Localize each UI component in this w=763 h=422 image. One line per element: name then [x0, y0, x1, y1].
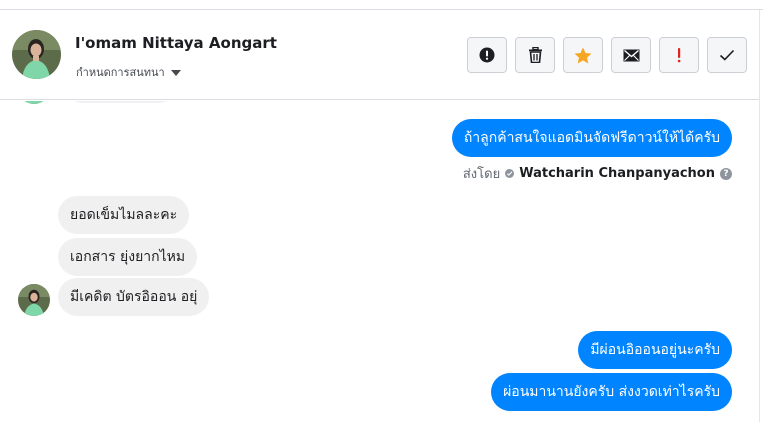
conversation-actions — [467, 37, 747, 73]
verified-dot-icon — [505, 169, 515, 178]
star-icon — [574, 47, 592, 63]
contact-name: I'omam Nittaya Aongart — [75, 34, 277, 52]
assign-label: กำหนดการสนทนา — [76, 66, 165, 79]
checkmark-icon — [719, 49, 735, 61]
conversation-header: I'omam Nittaya Aongart กำหนดการสนทนา — [0, 10, 759, 100]
message-bubble-outgoing: ถ้าลูกค้าสนใจแอดมินจัดฟรีดาวน์ให้ได้ครับ — [451, 119, 732, 157]
trash-icon — [528, 47, 542, 63]
envelope-icon — [623, 49, 639, 61]
star-button[interactable] — [563, 37, 603, 73]
contact-avatar[interactable] — [12, 30, 61, 79]
message-thread[interactable]: ถ้าลูกค้าสนใจแอดมินจัดฟรีดาวน์ให้ได้ครับ… — [0, 101, 759, 422]
contact-avatar-small[interactable] — [18, 284, 50, 316]
sender-name[interactable]: Watcharin Chanpanyachon — [519, 166, 715, 181]
exclamation-icon — [677, 48, 681, 63]
contact-avatar-small — [18, 101, 50, 104]
message-bubble-incoming: ยอดเข็มไมลละคะ — [58, 196, 190, 234]
message-bubble-incoming: มีเคดิต บัตรอิออน อยุ่ — [58, 278, 210, 316]
sent-by-info: ส่งโดย Watcharin Chanpanyachon ? — [463, 163, 732, 184]
help-icon[interactable]: ? — [720, 167, 732, 180]
mark-done-button[interactable] — [707, 37, 747, 73]
message-bubble-incoming-partial — [64, 101, 178, 103]
assign-conversation-dropdown[interactable]: กำหนดการสนทนา — [76, 63, 181, 81]
mark-spam-button[interactable] — [467, 37, 507, 73]
follow-up-button[interactable] — [659, 37, 699, 73]
sent-by-prefix: ส่งโดย — [462, 167, 501, 182]
alert-circle-icon — [479, 47, 495, 63]
mark-unread-button[interactable] — [611, 37, 651, 73]
delete-button[interactable] — [515, 37, 555, 73]
caret-down-icon — [170, 69, 181, 76]
scrollbar-track — [759, 10, 760, 422]
message-bubble-outgoing: ผ่อนมานานยังครับ ส่งงวดเท่าไรครับ — [491, 373, 732, 411]
message-bubble-outgoing: มีผ่อนอิออนอยู่นะครับ — [578, 331, 732, 369]
message-bubble-incoming: เอกสาร ยุ่งยากไหม — [58, 238, 198, 276]
